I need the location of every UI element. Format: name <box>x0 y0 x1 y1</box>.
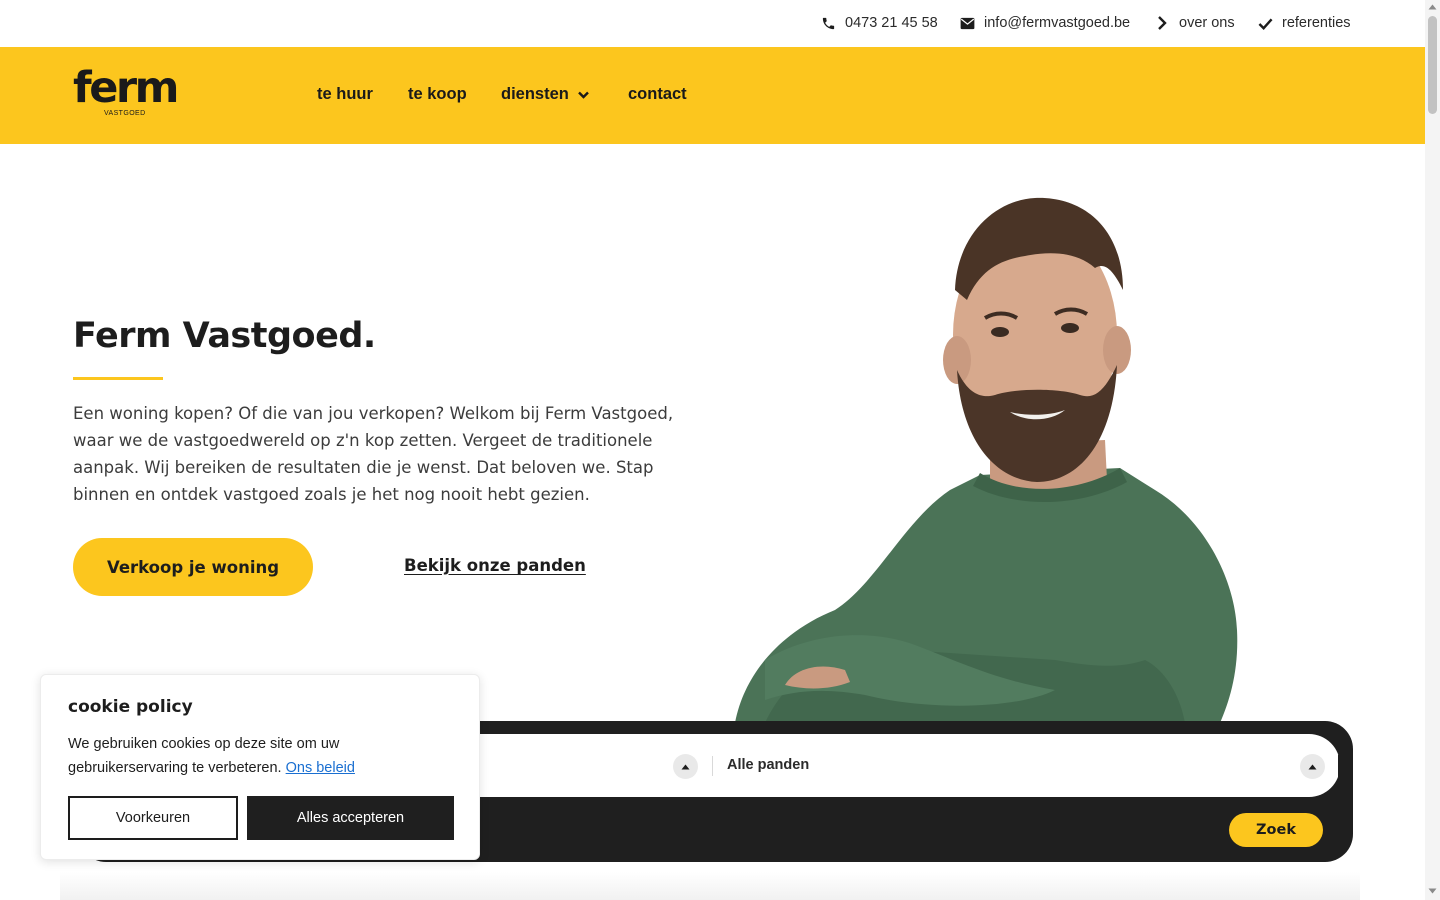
cookie-preferences-button[interactable]: Voorkeuren <box>68 796 238 840</box>
chevron-right-icon <box>1158 16 1167 30</box>
section-shadow <box>60 872 1360 900</box>
cookie-title: cookie policy <box>68 697 193 717</box>
location-dropdown-toggle[interactable] <box>673 754 698 779</box>
references-label: referenties <box>1282 15 1351 31</box>
nav-contact[interactable]: contact <box>628 85 687 104</box>
chevron-down-icon <box>578 91 589 99</box>
scrollbar-thumb[interactable] <box>1428 16 1437 114</box>
cookie-accept-all-button[interactable]: Alles accepteren <box>247 796 454 840</box>
sell-home-button[interactable]: Verkoop je woning <box>73 538 313 596</box>
references-link[interactable]: referenties <box>1258 13 1351 33</box>
email-address: info@fermvastgoed.be <box>984 15 1131 31</box>
field-divider <box>712 756 713 776</box>
scroll-down-arrow-icon[interactable] <box>1428 887 1437 895</box>
phone-icon <box>822 17 835 29</box>
agent-portrait-photo <box>735 197 1238 723</box>
nav-te-huur[interactable]: te huur <box>317 85 373 104</box>
about-link[interactable]: over ons <box>1157 13 1235 33</box>
title-underline <box>73 377 163 380</box>
nav-diensten-label: diensten <box>501 85 569 103</box>
scroll-up-arrow-icon[interactable] <box>1428 3 1437 11</box>
property-type-select[interactable]: Alle panden <box>727 757 809 773</box>
check-icon <box>1258 17 1273 30</box>
caret-up-icon <box>681 764 690 769</box>
about-label: over ons <box>1179 15 1235 31</box>
top-utility-bar: 0473 21 45 58 info@fermvastgoed.be over … <box>0 0 1425 47</box>
nav-te-koop[interactable]: te koop <box>408 85 467 104</box>
caret-up-icon <box>1308 764 1317 769</box>
cookie-message: We gebruiken cookies op deze site om uw … <box>68 732 463 780</box>
cookie-dialog: cookie policy We gebruiken cookies op de… <box>40 674 480 860</box>
logo-subtitle: VASTGOED <box>104 110 146 117</box>
hero-description: Een woning kopen? Of die van jou verkope… <box>73 404 674 504</box>
nav-diensten[interactable]: diensten <box>501 85 589 104</box>
search-button[interactable]: Zoek <box>1229 813 1323 847</box>
hero-title: Ferm Vastgoed. <box>73 316 376 356</box>
main-header: ferm VASTGOED te huur te koop diensten c… <box>0 47 1425 144</box>
logo-wordmark: ferm <box>73 63 179 113</box>
phone-number: 0473 21 45 58 <box>845 15 938 31</box>
cookie-policy-link[interactable]: Ons beleid <box>286 760 355 776</box>
phone-link[interactable]: 0473 21 45 58 <box>821 13 938 33</box>
mail-icon <box>960 17 975 29</box>
view-properties-link[interactable]: Bekijk onze panden <box>404 556 586 575</box>
page-scrollbar[interactable] <box>1425 0 1440 900</box>
field-scroll-indicator <box>1338 755 1341 777</box>
ferm-logo[interactable]: ferm VASTGOED <box>73 63 179 118</box>
email-link[interactable]: info@fermvastgoed.be <box>960 13 1130 33</box>
property-type-dropdown-toggle[interactable] <box>1300 754 1325 779</box>
